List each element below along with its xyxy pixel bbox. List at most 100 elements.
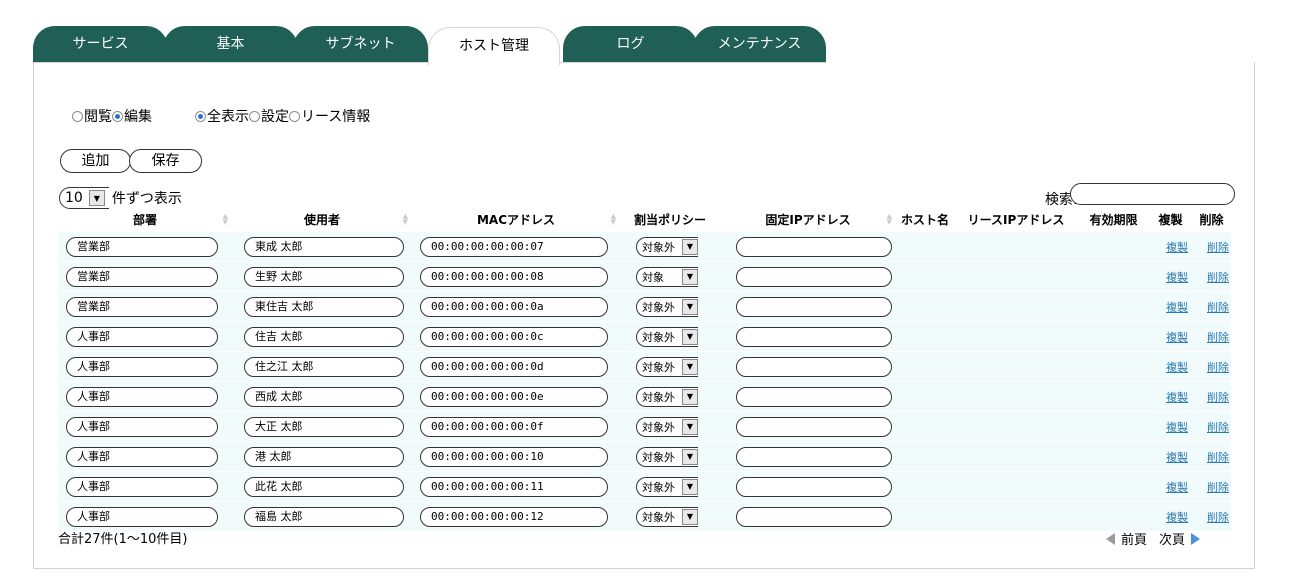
mac-field[interactable]: 00:00:00:00:00:0e [420, 386, 608, 407]
delete-link[interactable]: 削除 [1207, 511, 1229, 524]
next-arrow-icon[interactable] [1191, 532, 1201, 545]
fixed-ip-field[interactable] [736, 416, 892, 437]
search-input[interactable] [1070, 183, 1235, 205]
policy-select[interactable]: 対象外 ▼ [636, 476, 698, 497]
fixed-ip-field[interactable] [736, 296, 892, 317]
delete-link[interactable]: 削除 [1207, 241, 1229, 254]
dept-field[interactable]: 人事部 [66, 506, 218, 527]
user-field[interactable]: 住之江 太郎 [244, 356, 404, 377]
col-policy[interactable]: 割当ポリシー [620, 208, 720, 232]
policy-select[interactable]: 対象外 ▼ [636, 446, 698, 467]
dept-field[interactable]: 人事部 [66, 326, 218, 347]
delete-link[interactable]: 削除 [1207, 271, 1229, 284]
copy-link[interactable]: 複製 [1166, 271, 1188, 284]
chevron-down-icon[interactable]: ▼ [682, 478, 698, 495]
chevron-down-icon[interactable]: ▼ [682, 358, 698, 375]
radio-lease-info[interactable]: リース情報 [289, 106, 370, 126]
col-fixed-ip[interactable]: 固定IPアドレス ▲ ▼ [720, 208, 896, 232]
dept-field[interactable]: 人事部 [66, 476, 218, 497]
save-button[interactable]: 保存 [129, 149, 202, 173]
user-field[interactable]: 港 太郎 [244, 446, 404, 467]
chevron-down-icon[interactable]: ▼ [682, 418, 698, 435]
radio-show-all[interactable]: 全表示 [195, 106, 249, 126]
col-mac[interactable]: MACアドレス ▲ ▼ [412, 208, 620, 232]
chevron-down-icon[interactable]: ▼ [682, 298, 698, 315]
col-dept[interactable]: 部署 ▲ ▼ [58, 208, 232, 232]
chevron-down-icon[interactable]: ▼ [682, 448, 698, 465]
user-field[interactable]: 生野 太郎 [244, 266, 404, 287]
col-user[interactable]: 使用者 ▲ ▼ [232, 208, 412, 232]
delete-link[interactable]: 削除 [1207, 361, 1229, 374]
col-lease-ip[interactable]: リースIPアドレス [954, 208, 1078, 232]
next-page-link[interactable]: 次頁 [1159, 529, 1185, 548]
policy-select[interactable]: 対象外 ▼ [636, 236, 698, 257]
copy-link[interactable]: 複製 [1166, 481, 1188, 494]
copy-link[interactable]: 複製 [1166, 241, 1188, 254]
mac-field[interactable]: 00:00:00:00:00:0a [420, 296, 608, 317]
dept-field[interactable]: 営業部 [66, 236, 218, 257]
fixed-ip-field[interactable] [736, 266, 892, 287]
chevron-down-icon[interactable]: ▼ [682, 328, 698, 345]
fixed-ip-field[interactable] [736, 356, 892, 377]
col-hostname[interactable]: ホスト名 [896, 208, 954, 232]
add-button[interactable]: 追加 [60, 149, 131, 173]
copy-link[interactable]: 複製 [1166, 391, 1188, 404]
tab-service[interactable]: サービス [33, 26, 168, 63]
user-field[interactable]: 大正 太郎 [244, 416, 404, 437]
mac-field[interactable]: 00:00:00:00:00:0c [420, 326, 608, 347]
fixed-ip-field[interactable] [736, 506, 892, 527]
copy-link[interactable]: 複製 [1166, 421, 1188, 434]
copy-link[interactable]: 複製 [1166, 361, 1188, 374]
policy-select[interactable]: 対象 ▼ [636, 266, 698, 287]
copy-link[interactable]: 複製 [1166, 511, 1188, 524]
policy-select[interactable]: 対象外 ▼ [636, 416, 698, 437]
copy-link[interactable]: 複製 [1166, 451, 1188, 464]
radio-lease-info-circle[interactable] [289, 110, 300, 122]
tab-basic[interactable]: 基本 [163, 26, 298, 63]
user-field[interactable]: 住吉 太郎 [244, 326, 404, 347]
radio-edit[interactable]: 編集 [112, 106, 152, 126]
policy-select[interactable]: 対象外 ▼ [636, 386, 698, 407]
radio-show-all-circle[interactable] [195, 110, 206, 122]
chevron-down-icon[interactable]: ▼ [682, 508, 698, 525]
mac-field[interactable]: 00:00:00:00:00:12 [420, 506, 608, 527]
radio-edit-circle[interactable] [112, 110, 123, 122]
delete-link[interactable]: 削除 [1207, 331, 1229, 344]
delete-link[interactable]: 削除 [1207, 301, 1229, 314]
fixed-ip-field[interactable] [736, 326, 892, 347]
dept-field[interactable]: 人事部 [66, 356, 218, 377]
col-expiry[interactable]: 有効期限 [1078, 208, 1149, 232]
chevron-down-icon[interactable]: ▼ [88, 190, 105, 206]
radio-settings-circle[interactable] [249, 110, 260, 122]
policy-select[interactable]: 対象外 ▼ [636, 506, 698, 527]
policy-select[interactable]: 対象外 ▼ [636, 326, 698, 347]
tab-log[interactable]: ログ [563, 26, 698, 63]
policy-select[interactable]: 対象外 ▼ [636, 296, 698, 317]
delete-link[interactable]: 削除 [1207, 391, 1229, 404]
tab-host-management[interactable]: ホスト管理 [428, 27, 560, 65]
mac-field[interactable]: 00:00:00:00:00:07 [420, 236, 608, 257]
delete-link[interactable]: 削除 [1207, 421, 1229, 434]
user-field[interactable]: 西成 太郎 [244, 386, 404, 407]
mac-field[interactable]: 00:00:00:00:00:11 [420, 476, 608, 497]
chevron-down-icon[interactable]: ▼ [682, 388, 698, 405]
fixed-ip-field[interactable] [736, 446, 892, 467]
dept-field[interactable]: 人事部 [66, 446, 218, 467]
prev-page-link[interactable]: 前頁 [1121, 529, 1147, 548]
fixed-ip-field[interactable] [736, 476, 892, 497]
tab-maintenance[interactable]: メンテナンス [693, 26, 826, 63]
copy-link[interactable]: 複製 [1166, 331, 1188, 344]
chevron-down-icon[interactable]: ▼ [682, 268, 698, 285]
prev-arrow-icon[interactable] [1106, 532, 1115, 545]
copy-link[interactable]: 複製 [1166, 301, 1188, 314]
dept-field[interactable]: 人事部 [66, 386, 218, 407]
radio-settings[interactable]: 設定 [249, 106, 289, 126]
mac-field[interactable]: 00:00:00:00:00:0d [420, 356, 608, 377]
mac-field[interactable]: 00:00:00:00:00:10 [420, 446, 608, 467]
radio-view-circle[interactable] [72, 110, 83, 122]
user-field[interactable]: 福島 太郎 [244, 506, 404, 527]
mac-field[interactable]: 00:00:00:00:00:08 [420, 266, 608, 287]
user-field[interactable]: 東成 太郎 [244, 236, 404, 257]
chevron-down-icon[interactable]: ▼ [682, 238, 698, 255]
policy-select[interactable]: 対象外 ▼ [636, 356, 698, 377]
